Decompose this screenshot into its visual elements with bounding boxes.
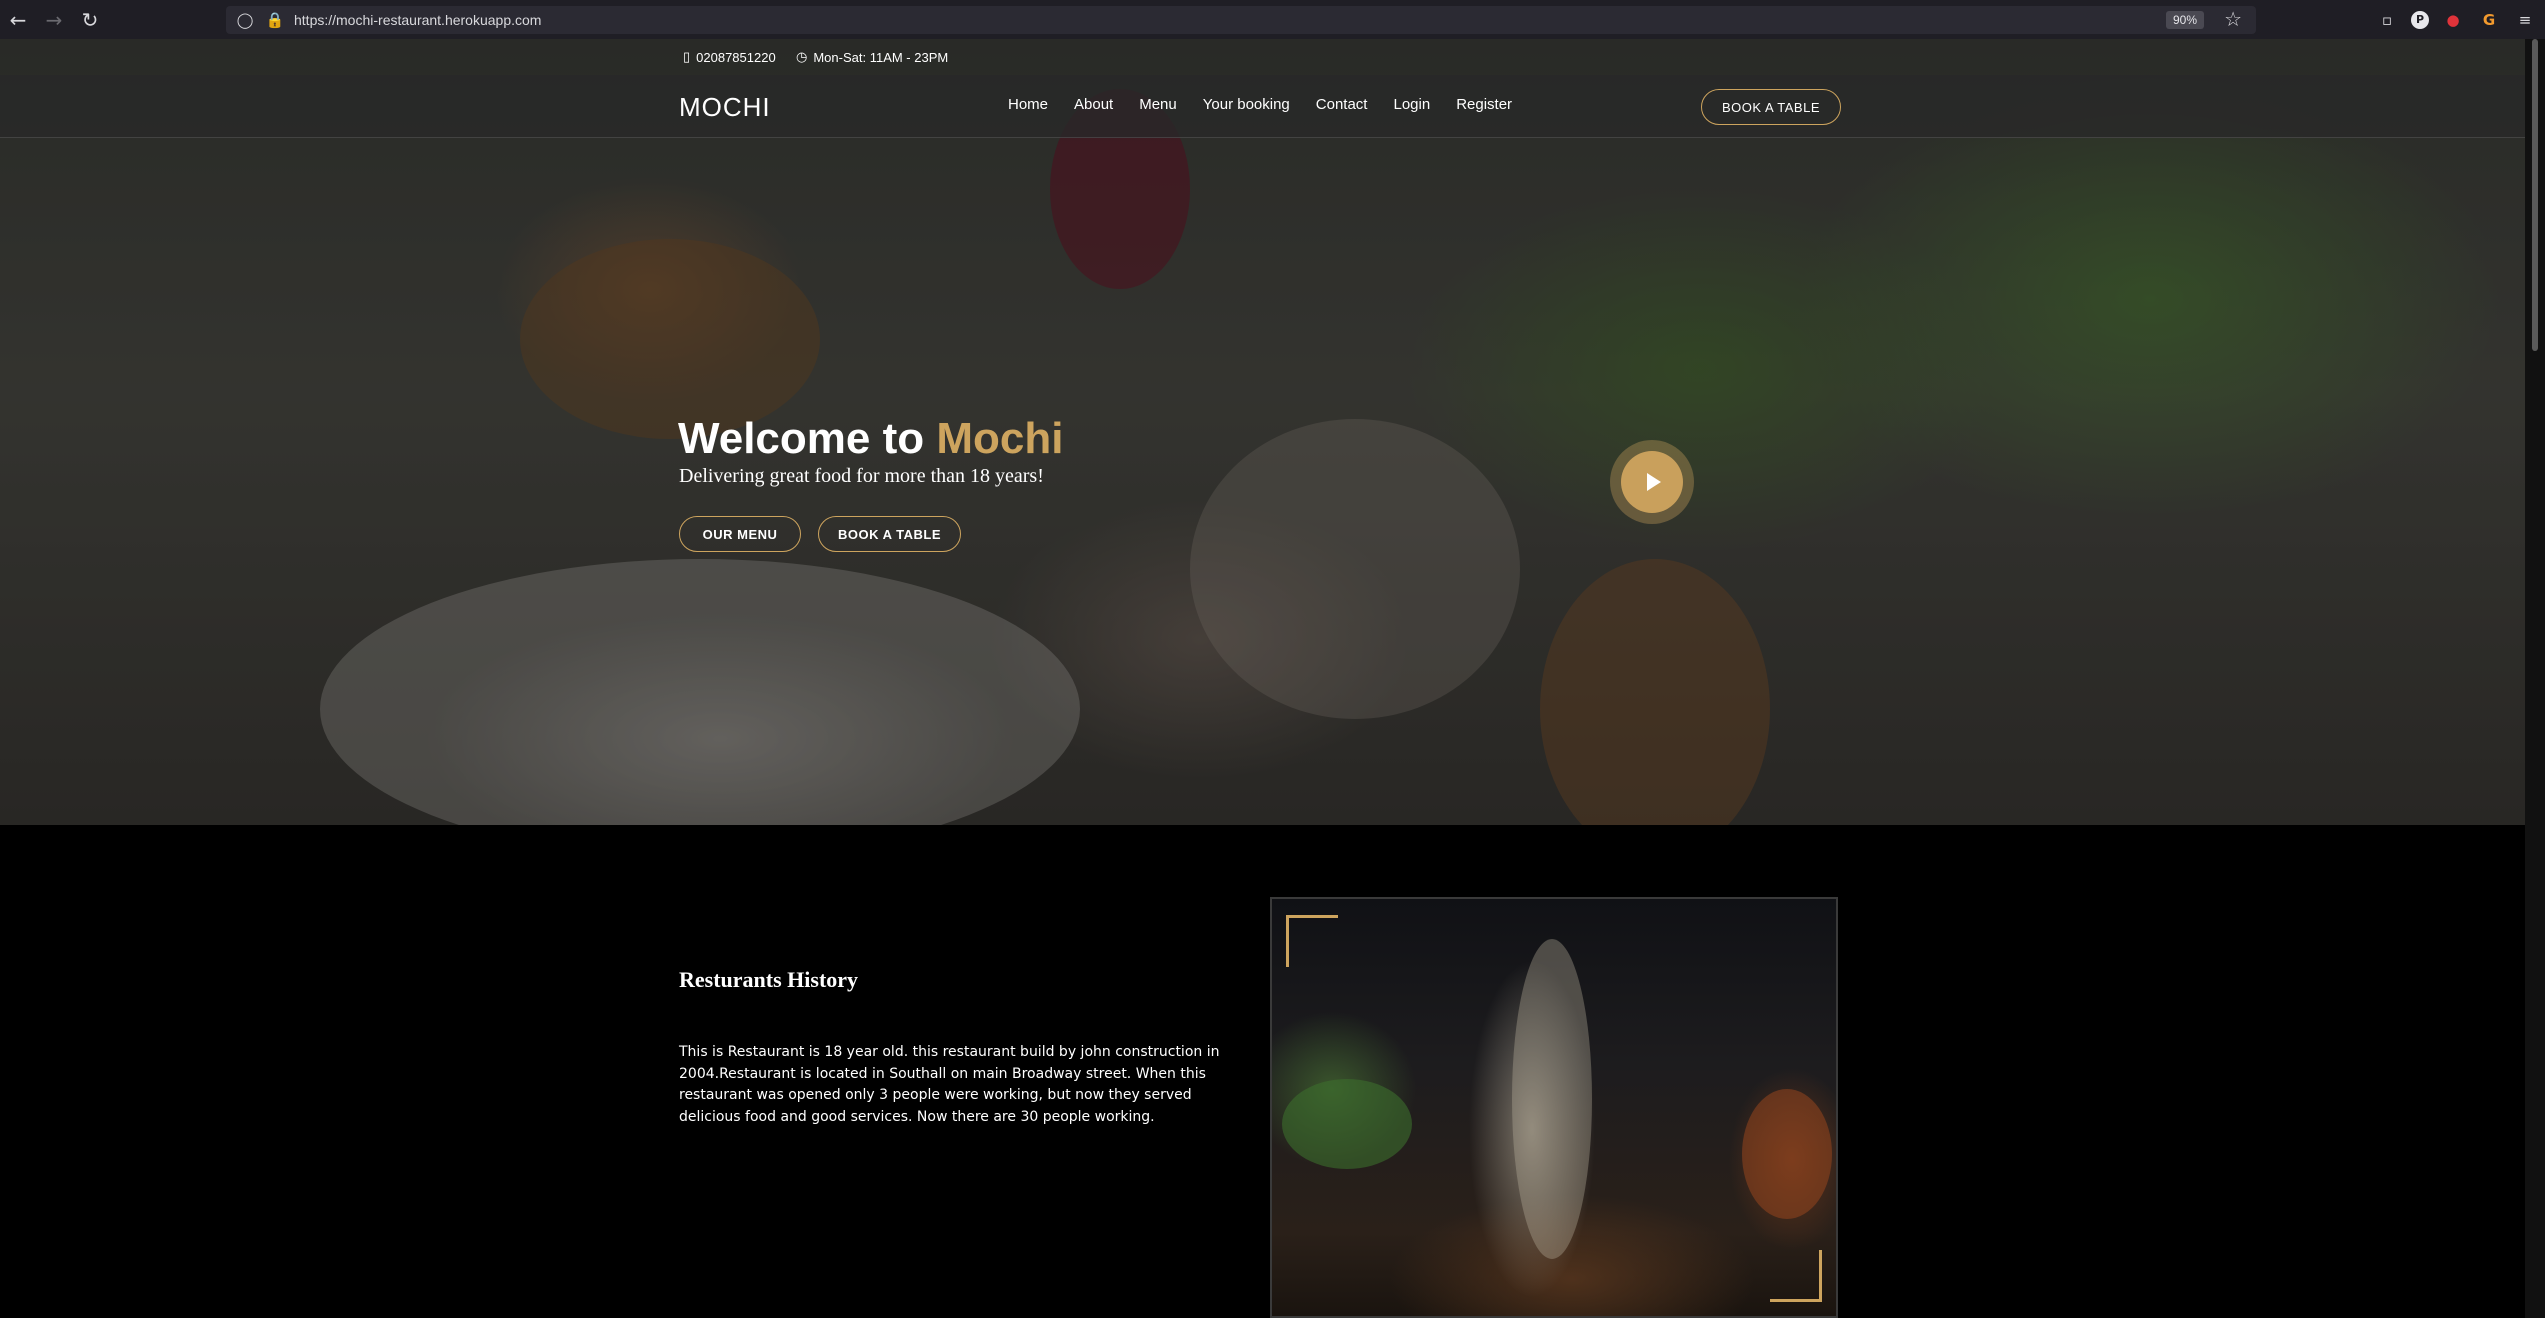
hero-subtitle: Delivering great food for more than 18 y…: [679, 465, 1044, 487]
our-menu-button[interactable]: OUR MENU: [679, 516, 801, 552]
forward-arrow-icon[interactable]: →: [36, 0, 72, 39]
play-icon[interactable]: [1621, 451, 1683, 513]
opening-hours: Mon-Sat: 11AM - 23PM: [813, 49, 949, 65]
phone-icon: ▯: [683, 49, 691, 64]
nav-contact[interactable]: Contact: [1316, 96, 1368, 113]
address-bar[interactable]: ◯ 🔒 https://mochi-restaurant.herokuapp.c…: [226, 6, 2256, 34]
profile-icon[interactable]: P: [2411, 10, 2429, 29]
page-scrollbar[interactable]: [2525, 39, 2545, 1318]
menu-icon[interactable]: ≡: [2513, 8, 2537, 32]
clock-icon: ◷: [796, 49, 808, 64]
restaurant-interior-image: [1270, 897, 1838, 1318]
url-text[interactable]: https://mochi-restaurant.herokuapp.com: [294, 12, 541, 28]
zoom-level-badge[interactable]: 90%: [2165, 11, 2204, 29]
topbar: ▯ 02087851220 ◷ Mon-Sat: 11AM - 23PM: [0, 39, 2525, 75]
pocket-icon[interactable]: ▫: [2375, 8, 2399, 32]
about-title: Resturants History: [679, 967, 859, 992]
extension-g-icon[interactable]: G: [2477, 8, 2501, 32]
topbar-hours: ◷ Mon-Sat: 11AM - 23PM: [796, 49, 948, 65]
hero-title-prefix: Welcome to: [678, 414, 937, 463]
scrollbar-thumb[interactable]: [2532, 39, 2538, 351]
topbar-phone: ▯ 02087851220: [683, 49, 776, 65]
about-text: This is Restaurant is 18 year old. this …: [679, 1044, 1220, 1125]
nav-register[interactable]: Register: [1456, 96, 1512, 113]
phone-number: 02087851220: [696, 49, 776, 65]
site-header: MOCHI Home About Menu Your booking Conta…: [0, 75, 2525, 138]
nav-home[interactable]: Home: [1008, 96, 1048, 113]
back-arrow-icon[interactable]: ←: [0, 0, 36, 39]
hero-section: ▯ 02087851220 ◷ Mon-Sat: 11AM - 23PM MOC…: [0, 39, 2525, 825]
nav-your-booking[interactable]: Your booking: [1203, 96, 1290, 113]
browser-toolbar: ← → ↻ ◯ 🔒 https://mochi-restaurant.herok…: [0, 0, 2545, 39]
frame-corner-top-left: [1286, 915, 1338, 967]
about-section: Resturants History This is Restaurant is…: [0, 825, 2525, 1318]
reload-icon[interactable]: ↻: [72, 0, 108, 39]
site-logo[interactable]: MOCHI: [679, 92, 771, 123]
bookmark-star-icon[interactable]: ☆: [2224, 7, 2242, 31]
extension-badge-icon[interactable]: ●: [2441, 8, 2465, 32]
nav-about[interactable]: About: [1074, 96, 1113, 113]
hero-title: Welcome to Mochi: [678, 414, 1063, 464]
nav-login[interactable]: Login: [1393, 96, 1430, 113]
book-table-hero-button[interactable]: BOOK A TABLE: [818, 516, 961, 552]
book-table-header-button[interactable]: BOOK A TABLE: [1701, 89, 1841, 125]
shield-icon[interactable]: ◯: [234, 11, 256, 29]
hero-overlay: [0, 39, 2525, 825]
nav-menu[interactable]: Menu: [1139, 96, 1177, 113]
main-nav: Home About Menu Your booking Contact Log…: [1008, 96, 1512, 113]
video-play-button[interactable]: [1610, 440, 1694, 524]
lock-icon[interactable]: 🔒: [264, 11, 286, 29]
frame-corner-bottom-right: [1770, 1250, 1822, 1302]
browser-extensions: ▫ P ● G ≡: [2375, 0, 2537, 39]
hero-title-accent: Mochi: [936, 414, 1064, 463]
